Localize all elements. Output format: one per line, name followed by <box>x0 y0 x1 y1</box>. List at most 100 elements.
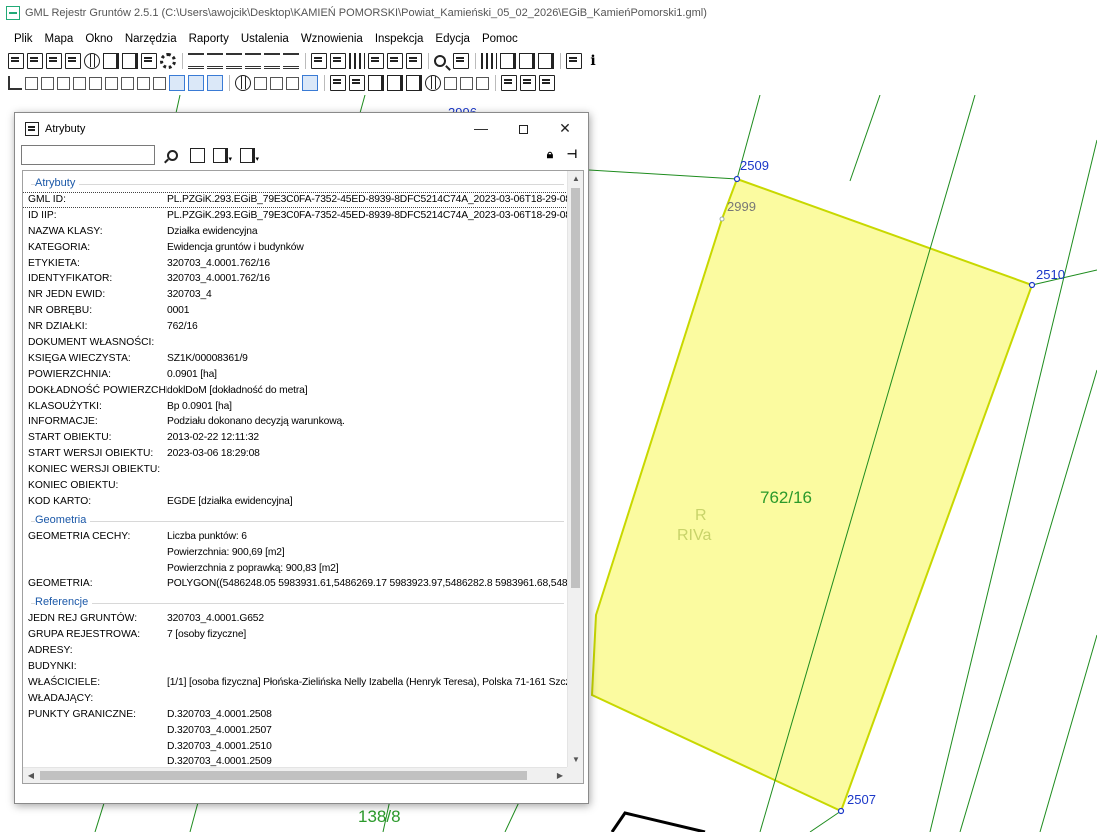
menu-wznowienia[interactable]: Wznowienia <box>301 30 363 48</box>
open-layer-icon[interactable] <box>27 53 43 69</box>
export-layer-icon[interactable] <box>65 53 81 69</box>
add-point-icon[interactable] <box>41 76 54 90</box>
attribute-row[interactable]: D.320703_4.0001.2510 <box>23 739 568 755</box>
new-layer-icon[interactable] <box>8 53 24 69</box>
attribute-row[interactable]: KONIEC OBIEKTU: <box>23 478 568 494</box>
warning-icon[interactable] <box>425 75 441 91</box>
draw-line-icon[interactable] <box>25 76 38 90</box>
menu-plik[interactable]: Plik <box>14 30 33 48</box>
export-xml-icon[interactable] <box>500 53 516 69</box>
move-point-icon[interactable] <box>57 76 70 90</box>
attribute-row[interactable]: D.320703_4.0001.2509 <box>23 754 568 768</box>
attribute-row[interactable]: WŁAŚCICIELE: [1/1] [osoba fizyczna] Płońs… <box>23 675 568 691</box>
home-icon[interactable] <box>387 53 403 69</box>
attribute-row[interactable]: JEDN REJ GRUNTÓW: 320703_4.0001.G652 <box>23 611 568 627</box>
check-icon[interactable] <box>349 75 365 91</box>
layers-filter-icon[interactable] <box>226 53 242 69</box>
cut-icon[interactable] <box>121 76 134 90</box>
select-point-icon[interactable] <box>8 76 22 90</box>
dialog-titlebar[interactable]: Atrybuty — ✕ <box>15 113 588 145</box>
shp-export-icon[interactable] <box>286 76 299 90</box>
info-icon[interactable]: i <box>585 53 601 69</box>
lock-icon[interactable]: 🔒︎ <box>543 147 557 161</box>
validate-icon[interactable] <box>330 75 346 91</box>
close-button[interactable]: ✕ <box>544 113 586 143</box>
attribute-row[interactable]: GEOMETRIA CECHY: Liczba punktów: 6 <box>23 529 568 545</box>
attribute-row[interactable]: POWIERZCHNIA: 0.0901 [ha] <box>23 367 568 383</box>
menu-pomoc[interactable]: Pomoc <box>482 30 518 48</box>
menu-mapa[interactable]: Mapa <box>45 30 74 48</box>
attribute-row[interactable]: PUNKTY GRANICZNE: D.320703_4.0001.2508 <box>23 707 568 723</box>
menu-okno[interactable]: Okno <box>85 30 113 48</box>
print-icon[interactable] <box>141 53 157 69</box>
attribute-row[interactable]: Powierzchnia z poprawką: 900,83 [m2] <box>23 561 568 577</box>
settings-gear-icon[interactable] <box>160 53 176 69</box>
attribute-row[interactable]: DOKŁADNOŚĆ POWIERZCHNI: doklDoM [dokładno… <box>23 383 568 399</box>
export-icon[interactable]: ▾ <box>213 147 232 163</box>
calendar-icon[interactable] <box>368 53 384 69</box>
scroll-right-icon[interactable]: ▶ <box>552 768 568 783</box>
attribute-row[interactable]: KATEGORIA: Ewidencja gruntów i budynków <box>23 240 568 256</box>
attribute-row[interactable]: NR DZIAŁKI: 762/16 <box>23 319 568 335</box>
scroll-down-icon[interactable]: ▼ <box>568 752 583 768</box>
export-dxf-icon[interactable] <box>538 53 554 69</box>
attribute-row[interactable]: START WERSJI OBIEKTU: 2023-03-06 18:29:08 <box>23 446 568 462</box>
export-report-icon[interactable]: ▾ <box>240 147 259 163</box>
split-icon[interactable] <box>89 76 102 90</box>
attribute-row[interactable]: INFORMACJE: Podziału dokonano decyzją war… <box>23 414 568 430</box>
menu-inspekcja[interactable]: Inspekcja <box>375 30 424 48</box>
scroll-up-icon[interactable]: ▲ <box>568 171 583 187</box>
menu-ustalenia[interactable]: Ustalenia <box>241 30 289 48</box>
search-icon[interactable] <box>434 55 446 67</box>
scroll-thumb[interactable] <box>571 188 580 588</box>
export-report-icon[interactable] <box>122 53 138 69</box>
attribute-row[interactable]: START OBIEKTU: 2013-02-22 12:11:32 <box>23 430 568 446</box>
menu-raporty[interactable]: Raporty <box>189 30 229 48</box>
edit-icon[interactable] <box>501 75 517 91</box>
attribute-row[interactable]: DOKUMENT WŁASNOŚCI: <box>23 335 568 351</box>
edit-icon[interactable] <box>190 147 205 163</box>
shp-import-icon[interactable] <box>444 76 457 90</box>
maximize-button[interactable] <box>502 113 544 143</box>
import-layer-icon[interactable] <box>46 53 62 69</box>
globe-icon[interactable] <box>84 53 100 69</box>
list-icon[interactable] <box>330 53 346 69</box>
snap-point-icon[interactable] <box>188 75 204 91</box>
attribute-row[interactable]: NR JEDN EWID: 320703_4 <box>23 287 568 303</box>
attribute-row[interactable]: IDENTYFIKATOR: 320703_4.0001.762/16 <box>23 271 568 287</box>
area-icon[interactable] <box>270 76 283 90</box>
point-mode-icon[interactable] <box>302 75 318 91</box>
attribute-row[interactable]: WŁADAJĄCY: <box>23 691 568 707</box>
attribute-row[interactable]: ID IIP: PL.PZGiK.293.EGiB_79E3C0FA-7352-4… <box>23 208 568 224</box>
checkbox-icon[interactable] <box>539 75 555 91</box>
scroll-thumb[interactable] <box>40 771 527 780</box>
export-icon[interactable] <box>103 53 119 69</box>
tbd-icon[interactable] <box>460 76 473 90</box>
merge-icon[interactable] <box>105 76 118 90</box>
shp-icon[interactable] <box>153 76 166 90</box>
attribute-row[interactable]: KOD KARTO: EGDE [działka ewidencyjna] <box>23 494 568 510</box>
compare-icon[interactable] <box>406 75 422 91</box>
menu-narzedzia[interactable]: Narzędzia <box>125 30 177 48</box>
layers-merge-icon[interactable] <box>283 53 299 69</box>
print-preview-icon[interactable] <box>520 75 536 91</box>
measure-icon[interactable] <box>254 76 267 90</box>
attribute-row[interactable]: KLASOUŻYTKI: Bp 0.0901 [ha] <box>23 399 568 415</box>
attribute-row[interactable]: GML ID: PL.PZGiK.293.EGiB_79E3C0FA-7352-4… <box>23 192 568 208</box>
crosshair-icon[interactable] <box>235 75 251 91</box>
export-gml-icon[interactable] <box>519 53 535 69</box>
attribute-row[interactable]: GEOMETRIA: POLYGON((5486248.05 5983931.61… <box>23 576 568 592</box>
chart-icon[interactable] <box>481 53 497 69</box>
map-book-icon[interactable] <box>453 53 469 69</box>
table-icon[interactable] <box>137 76 150 90</box>
attribute-row[interactable]: GRUPA REJESTROWA: 7 [osoby fizyczne] <box>23 627 568 643</box>
snap-icon[interactable] <box>169 75 185 91</box>
attribute-row[interactable]: KSIĘGA WIECZYSTA: SZ1K/00008361/9 <box>23 351 568 367</box>
menu-edycja[interactable]: Edycja <box>435 30 470 48</box>
attribute-row[interactable]: KONIEC WERSJI OBIEKTU: <box>23 462 568 478</box>
pin-icon[interactable]: ⊣ <box>565 147 579 161</box>
attribute-row[interactable]: BUDYNKI: <box>23 659 568 675</box>
vertical-scrollbar[interactable]: ▲ ▼ <box>567 171 583 768</box>
attribute-search-input[interactable] <box>21 145 155 165</box>
delete-point-icon[interactable] <box>73 76 86 90</box>
